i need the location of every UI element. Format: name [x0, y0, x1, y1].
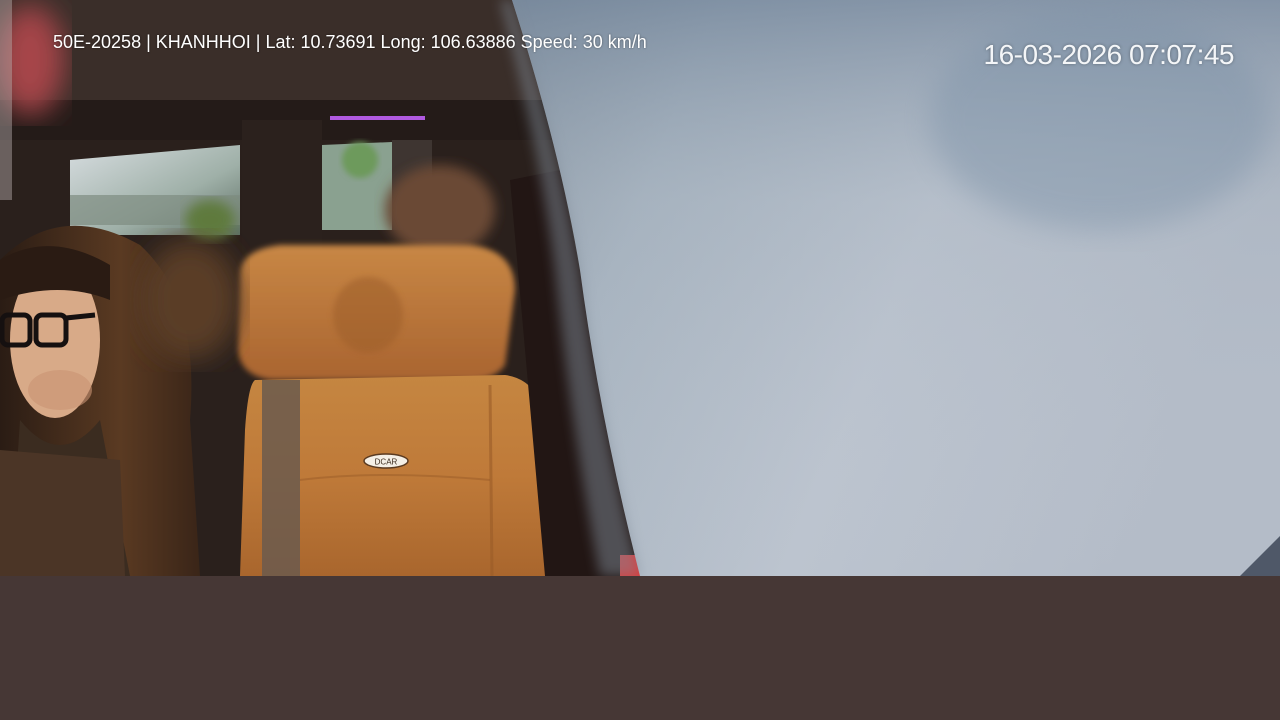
lower-empty-panel — [0, 576, 1280, 720]
cabin-camera-image: DCAR — [0, 0, 1280, 576]
camera-viewer: DCAR 50E-20258 | KHANHHOI | Lat: 10.7369… — [0, 0, 1280, 720]
vehicle-info-overlay: 50E-20258 | KHANHHOI | Lat: 10.73691 Lon… — [53, 32, 647, 52]
timestamp-overlay: 16-03-2026 07:07:45 — [983, 39, 1235, 70]
dashcam-video-frame[interactable]: DCAR 50E-20258 | KHANHHOI | Lat: 10.7369… — [0, 0, 1280, 576]
seat-logo-text: DCAR — [375, 458, 398, 467]
